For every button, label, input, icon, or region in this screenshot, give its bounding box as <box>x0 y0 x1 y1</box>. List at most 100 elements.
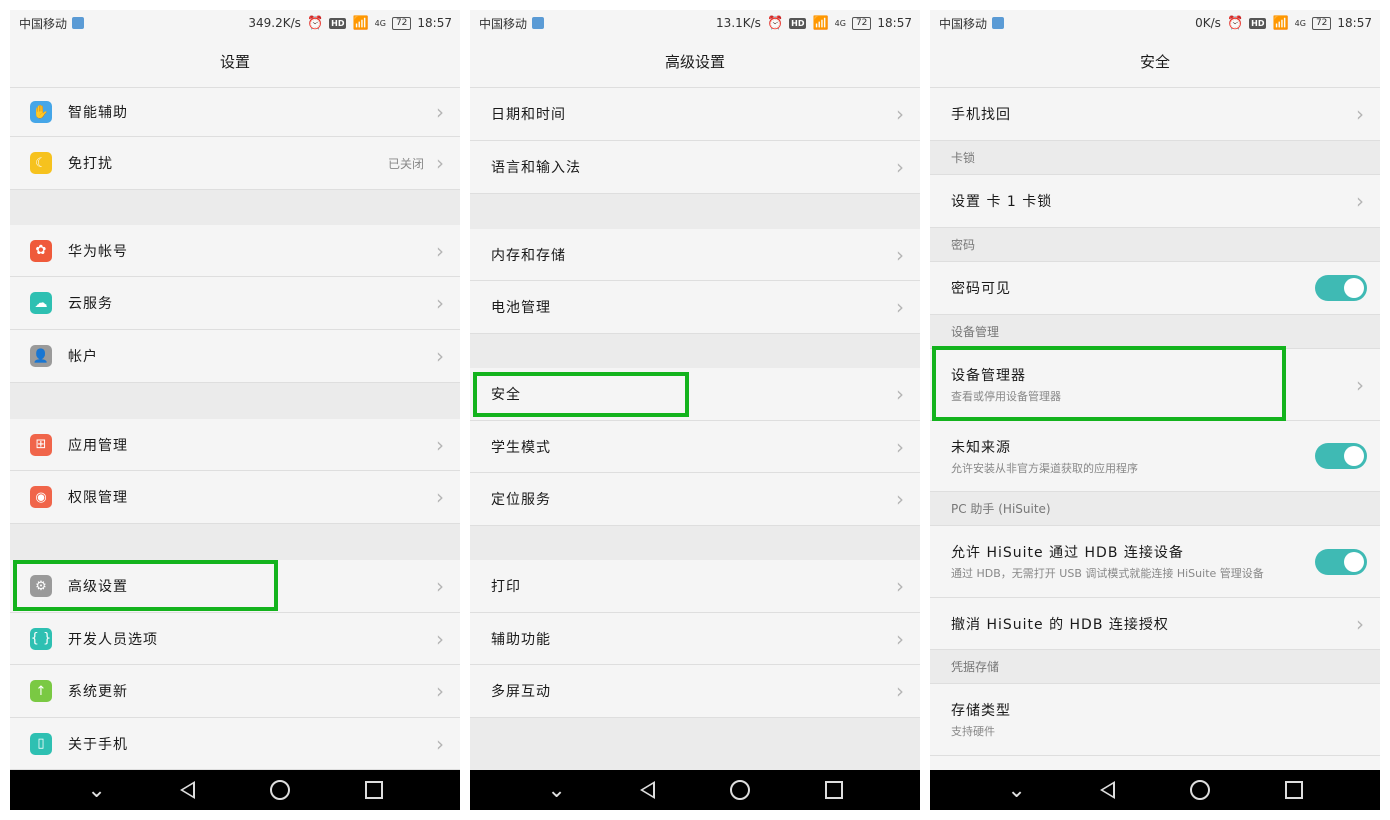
chevron-right-icon: › <box>436 291 444 315</box>
settings-item-storage-type[interactable]: 存储类型 支持硬件 <box>930 684 1380 756</box>
chevron-right-icon: › <box>896 242 904 267</box>
section-header-device-management: 设备管理 <box>930 315 1380 349</box>
item-subtitle: 支持硬件 <box>951 725 995 738</box>
gear-icon: ⚙ <box>30 575 52 597</box>
wifi-icon: 📶 <box>812 15 829 31</box>
chevron-right-icon: › <box>436 485 444 509</box>
chevron-right-icon: › <box>896 487 904 511</box>
settings-item-advanced[interactable]: ⚙ 高级设置 › <box>10 560 460 613</box>
section-gap <box>10 524 460 560</box>
settings-item-revoke-hisuite[interactable]: 撤消 HiSuite 的 HDB 连接授权 › <box>930 598 1380 650</box>
settings-item-cloud[interactable]: ☁ 云服务 › <box>10 277 460 330</box>
settings-item-find-phone[interactable]: 手机找回 › <box>930 88 1380 141</box>
item-label: 内存和存储 <box>491 247 566 264</box>
chevron-right-icon: › <box>436 100 444 124</box>
section-gap <box>470 526 920 560</box>
wifi-icon: 📶 <box>1272 15 1289 31</box>
home-icon[interactable] <box>730 780 751 800</box>
moon-icon: ☾ <box>30 152 52 174</box>
settings-item-date-time[interactable]: 日期和时间 › <box>470 88 920 141</box>
settings-item-allow-hisuite[interactable]: 允许 HiSuite 通过 HDB 连接设备 通过 HDB，无需打开 USB 调… <box>930 526 1380 598</box>
chevron-down-icon[interactable]: ⌄ <box>547 778 565 803</box>
chevron-right-icon: › <box>1356 611 1364 636</box>
status-bar: 中国移动 349.2K/s ⏰ HD 📶 4G 72 18:57 <box>10 10 460 36</box>
settings-item-app-manager[interactable]: ⊞ 应用管理 › <box>10 419 460 471</box>
alarm-icon: ⏰ <box>766 15 784 31</box>
settings-item-unknown-sources[interactable]: 未知来源 允许安装从非官方渠道获取的应用程序 <box>930 421 1380 492</box>
back-icon[interactable] <box>180 781 196 799</box>
section-gap <box>470 334 920 368</box>
back-icon[interactable] <box>1100 781 1116 799</box>
settings-item-do-not-disturb[interactable]: ☾ 免打扰 已关闭 › <box>10 137 460 190</box>
item-label: 智能辅助 <box>68 105 128 121</box>
settings-item-security[interactable]: 安全 › <box>470 368 920 421</box>
unknown-sources-toggle[interactable] <box>1315 443 1367 469</box>
status-bar: 中国移动 13.1K/s ⏰ HD 📶 4G 72 18:57 <box>470 10 920 36</box>
chevron-right-icon: › <box>896 434 904 459</box>
page-title: 高级设置 <box>470 36 920 88</box>
huawei-logo-icon: ✿ <box>30 239 52 262</box>
carrier-name: 中国移动 <box>19 16 68 31</box>
sim-icon <box>992 17 1005 29</box>
settings-item-card-lock[interactable]: 设置 卡 1 卡锁 › <box>930 175 1380 228</box>
settings-item-memory-storage[interactable]: 内存和存储 › <box>470 229 920 281</box>
home-icon[interactable] <box>1190 780 1211 800</box>
settings-item-developer[interactable]: { } 开发人员选项 › <box>10 613 460 665</box>
item-label: 关于手机 <box>68 736 128 753</box>
recent-apps-icon[interactable] <box>824 781 843 799</box>
chevron-right-icon: › <box>1356 372 1364 397</box>
settings-screen: 中国移动 349.2K/s ⏰ HD 📶 4G 72 18:57 设置 ✋ 智能… <box>10 10 460 810</box>
network-speed: 13.1K/s <box>716 16 761 30</box>
item-label: 系统更新 <box>68 684 128 700</box>
settings-item-password-visible[interactable]: 密码可见 <box>930 262 1380 315</box>
item-label: 辅助功能 <box>491 631 551 648</box>
recent-apps-icon[interactable] <box>1284 781 1303 799</box>
sim-icon <box>532 17 545 29</box>
chevron-right-icon: › <box>896 679 904 703</box>
recent-apps-icon[interactable] <box>364 781 383 799</box>
password-visible-toggle[interactable] <box>1315 275 1367 301</box>
settings-item-language-input[interactable]: 语言和输入法 › <box>470 141 920 194</box>
settings-item-account[interactable]: 👤 帐户 › <box>10 330 460 383</box>
settings-item-smart-assist[interactable]: ✋ 智能辅助 › <box>10 88 460 137</box>
carrier-name: 中国移动 <box>939 16 988 31</box>
clock: 18:57 <box>1337 16 1372 30</box>
chevron-right-icon: › <box>436 238 444 263</box>
network-speed: 0K/s <box>1195 16 1221 30</box>
chevron-down-icon[interactable]: ⌄ <box>1007 778 1025 803</box>
settings-item-device-admin[interactable]: 设备管理器 查看或停用设备管理器 › <box>930 349 1380 421</box>
section-gap <box>470 718 920 770</box>
chevron-right-icon: › <box>436 574 444 598</box>
item-text: 未知来源 允许安装从非官方渠道获取的应用程序 <box>951 437 1138 476</box>
settings-item-permissions[interactable]: ◉ 权限管理 › <box>10 471 460 524</box>
chevron-down-icon[interactable]: ⌄ <box>87 778 105 803</box>
settings-item-about-phone[interactable]: ▯ 关于手机 › <box>10 718 460 770</box>
settings-item-student-mode[interactable]: 学生模式 › <box>470 421 920 473</box>
settings-item-battery[interactable]: 电池管理 › <box>470 281 920 334</box>
chevron-right-icon: › <box>896 155 904 179</box>
item-label: 手机找回 <box>951 107 1011 123</box>
chevron-right-icon: › <box>436 344 444 368</box>
item-label: 多屏互动 <box>491 684 551 700</box>
settings-item-print[interactable]: 打印 › <box>470 560 920 613</box>
chevron-right-icon: › <box>1356 189 1364 213</box>
chevron-right-icon: › <box>436 679 444 703</box>
item-text: 存储类型 支持硬件 <box>951 700 1011 739</box>
wifi-icon: 📶 <box>352 15 369 31</box>
alarm-icon: ⏰ <box>306 15 324 31</box>
navigation-bar: ⌄ <box>470 770 920 810</box>
back-icon[interactable] <box>640 781 656 799</box>
settings-item-system-update[interactable]: ↑ 系统更新 › <box>10 665 460 718</box>
chevron-right-icon: › <box>896 626 904 651</box>
item-label: 语言和输入法 <box>491 160 581 176</box>
hd-icon: HD <box>1249 17 1267 29</box>
home-icon[interactable] <box>270 780 291 800</box>
settings-item-accessibility[interactable]: 辅助功能 › <box>470 613 920 665</box>
settings-item-multi-screen[interactable]: 多屏互动 › <box>470 665 920 718</box>
section-gap <box>470 194 920 229</box>
clock: 18:57 <box>417 16 452 30</box>
cloud-icon: ☁ <box>30 292 52 314</box>
settings-item-location[interactable]: 定位服务 › <box>470 473 920 526</box>
settings-item-huawei-account[interactable]: ✿ 华为帐号 › <box>10 225 460 277</box>
allow-hisuite-toggle[interactable] <box>1315 548 1367 575</box>
